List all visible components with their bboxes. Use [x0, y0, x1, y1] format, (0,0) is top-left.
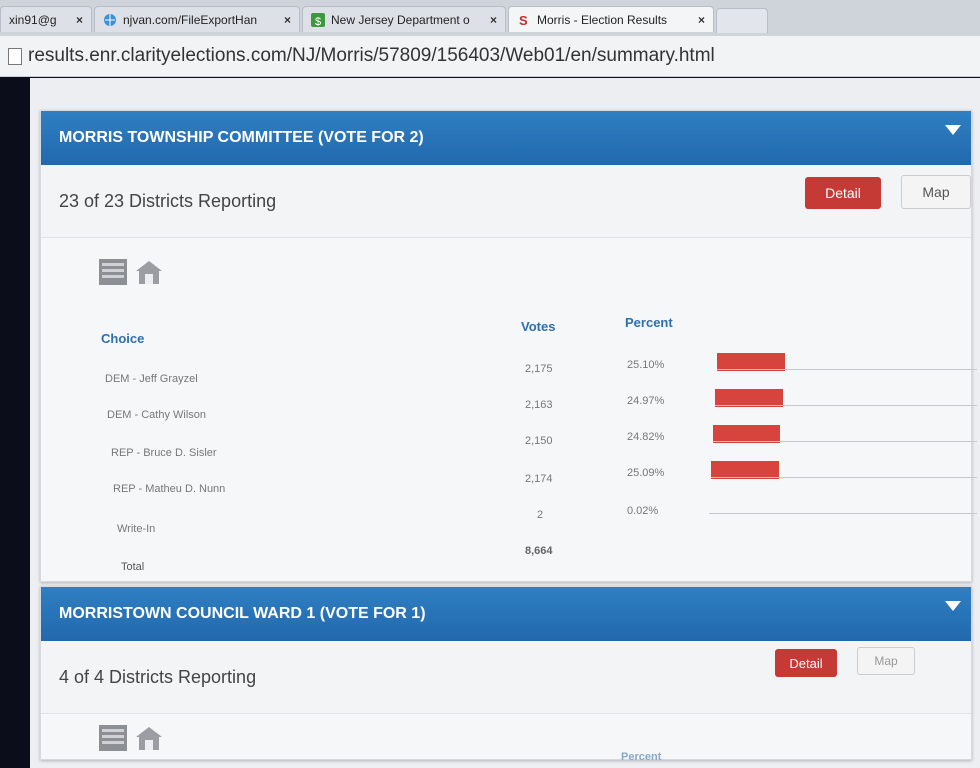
- reporting-bar: 4 of 4 Districts Reporting Detail Map: [41, 641, 971, 714]
- contest-panel-morris-township: MORRIS TOWNSHIP COMMITTEE (VOTE FOR 2) 2…: [40, 110, 972, 582]
- detail-button[interactable]: Detail: [805, 177, 881, 209]
- vote-count: 2,175: [525, 363, 553, 375]
- vote-count: 2,163: [525, 399, 553, 411]
- bar-track: [715, 405, 977, 406]
- close-icon[interactable]: ×: [278, 13, 291, 27]
- choice-name: REP - Bruce D. Sisler: [111, 447, 217, 459]
- vote-count: 2,174: [525, 473, 553, 485]
- contest-header[interactable]: MORRIS TOWNSHIP COMMITTEE (VOTE FOR 2): [41, 111, 971, 165]
- view-toggle: [99, 725, 163, 751]
- votes-column-header[interactable]: Votes: [521, 319, 555, 334]
- tab-morris-election-results[interactable]: S Morris - Election Results ×: [508, 6, 714, 32]
- contest-panel-morristown-ward-1: MORRISTOWN COUNCIL WARD 1 (VOTE FOR 1) 4…: [40, 586, 972, 760]
- choice-name: Write-In: [117, 523, 155, 535]
- contest-title: MORRISTOWN COUNCIL WARD 1 (VOTE FOR 1): [59, 605, 426, 623]
- close-icon[interactable]: ×: [70, 13, 83, 27]
- tab-njvan[interactable]: njvan.com/FileExportHan ×: [94, 6, 300, 32]
- map-button[interactable]: Map: [857, 647, 915, 675]
- url-text: results.enr.clarityelections.com/NJ/Morr…: [28, 45, 715, 67]
- home-icon[interactable]: [135, 725, 163, 751]
- svg-text:S: S: [519, 13, 528, 27]
- vote-percent: 24.82%: [627, 431, 664, 443]
- address-bar[interactable]: results.enr.clarityelections.com/NJ/Morr…: [0, 36, 980, 77]
- tab-label: xin91@g: [9, 13, 57, 27]
- globe-icon: [103, 13, 117, 27]
- districts-reporting: 4 of 4 Districts Reporting: [59, 667, 256, 688]
- bar-track: [709, 513, 977, 514]
- contest-header[interactable]: MORRISTOWN COUNCIL WARD 1 (VOTE FOR 1): [41, 587, 971, 641]
- bar-track: [711, 477, 977, 478]
- close-icon[interactable]: ×: [692, 13, 705, 27]
- tab-label: Morris - Election Results: [537, 13, 667, 27]
- dollar-icon: $: [311, 13, 325, 27]
- tab-label: New Jersey Department o: [331, 13, 470, 27]
- list-view-icon[interactable]: [99, 725, 127, 751]
- percent-column-header[interactable]: Percent: [625, 315, 673, 330]
- vote-percent: 0.02%: [627, 505, 658, 517]
- chevron-down-icon[interactable]: [945, 601, 961, 611]
- reporting-bar: 23 of 23 Districts Reporting Detail Map: [41, 165, 971, 238]
- districts-reporting: 23 of 23 Districts Reporting: [59, 191, 276, 212]
- svg-text:$: $: [315, 16, 321, 27]
- choice-name: DEM - Jeff Grayzel: [105, 373, 198, 385]
- total-votes: 8,664: [525, 545, 553, 557]
- vote-count: 2: [537, 509, 543, 521]
- detail-button[interactable]: Detail: [775, 649, 837, 677]
- close-icon[interactable]: ×: [484, 13, 497, 27]
- total-label: Total: [121, 561, 144, 573]
- chevron-down-icon[interactable]: [945, 125, 961, 135]
- vote-percent: 25.10%: [627, 359, 664, 371]
- bar-track: [713, 441, 977, 442]
- tab-label: njvan.com/FileExportHan: [123, 13, 257, 27]
- map-button[interactable]: Map: [901, 175, 971, 209]
- browser-tab-bar: xin91@g × njvan.com/FileExportHan × $ Ne…: [0, 0, 980, 36]
- contest-title: MORRIS TOWNSHIP COMMITTEE (VOTE FOR 2): [59, 129, 424, 147]
- tab-email[interactable]: xin91@g ×: [0, 6, 92, 32]
- home-icon[interactable]: [135, 259, 163, 285]
- percent-column-header[interactable]: Percent: [621, 751, 661, 763]
- tab-nj-department[interactable]: $ New Jersey Department o ×: [302, 6, 506, 32]
- choice-name: REP - Matheu D. Nunn: [113, 483, 225, 495]
- list-view-icon[interactable]: [99, 259, 127, 285]
- clarity-logo-icon: S: [517, 13, 531, 27]
- new-tab-button[interactable]: [716, 8, 768, 33]
- view-toggle: [99, 259, 163, 285]
- bar-track: [717, 369, 977, 370]
- page-icon: [8, 48, 22, 65]
- choice-name: DEM - Cathy Wilson: [107, 409, 206, 421]
- choice-column-header[interactable]: Choice: [101, 331, 144, 346]
- vote-count: 2,150: [525, 435, 553, 447]
- vote-percent: 24.97%: [627, 395, 664, 407]
- vote-percent: 25.09%: [627, 467, 664, 479]
